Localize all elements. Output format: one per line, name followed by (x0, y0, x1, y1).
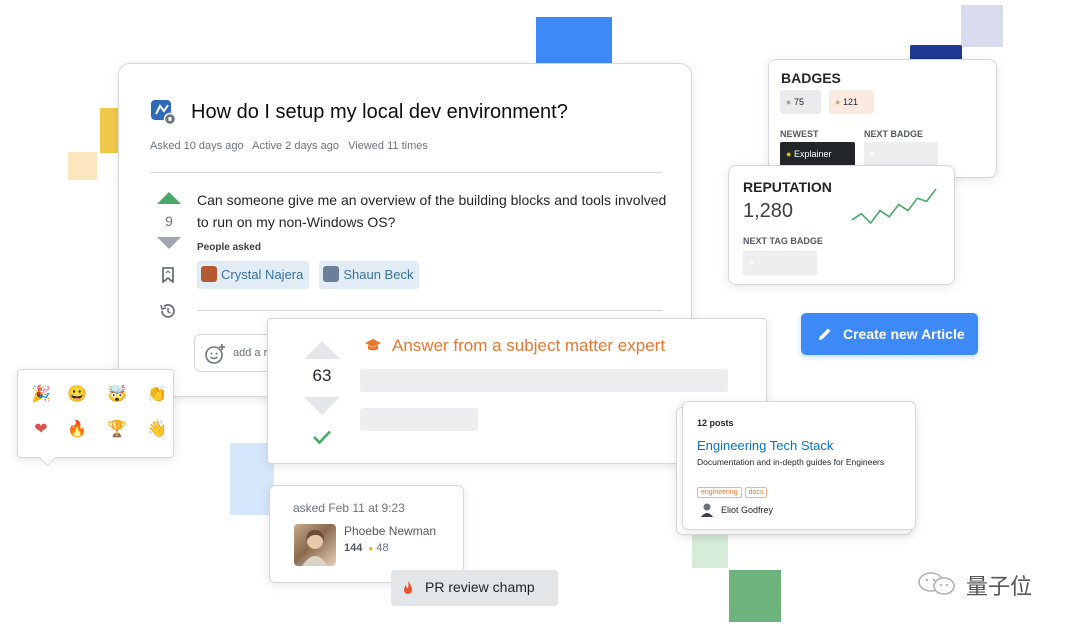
vote-count: 9 (165, 213, 173, 229)
deco-square-blue (536, 17, 612, 65)
asker-reputation: 144 (344, 542, 363, 554)
deco-square-gold (100, 108, 120, 153)
silver-dot-icon: ● (786, 97, 792, 107)
bronze-badge-count: ● 121 (829, 90, 874, 114)
collection-tags: engineering docs (697, 481, 770, 499)
question-meta: Asked 10 days ago Active 2 days ago View… (150, 140, 428, 152)
create-article-button[interactable]: Create new Article (801, 313, 978, 355)
collection-card: 12 posts Engineering Tech Stack Document… (682, 401, 916, 530)
flame-icon (403, 581, 413, 600)
heart-icon[interactable]: ❤ (30, 419, 52, 441)
reputation-value: 1,280 (743, 200, 794, 222)
reputation-title: REPUTATION (743, 179, 832, 195)
asked-timestamp: asked Feb 11 at 9:23 (293, 501, 405, 515)
graduation-cap-icon (364, 337, 382, 358)
gold-dot-icon: ● (368, 544, 374, 553)
asker-name[interactable]: Phoebe Newman (344, 524, 436, 538)
add-emoji-icon (204, 343, 226, 370)
collection-description: Documentation and in-depth guides for En… (697, 457, 885, 467)
answer-text-placeholder (360, 369, 728, 392)
answer-vote-count: 63 (312, 366, 332, 385)
people-asked-label: People asked (197, 242, 261, 253)
add-reaction-button[interactable]: add a r (194, 334, 274, 372)
reputation-card: REPUTATION 1,280 NEXT TAG BADGE ● (728, 165, 955, 285)
tag-docs[interactable]: docs (744, 487, 768, 498)
next-badge-placeholder: ● (864, 142, 938, 166)
meta-asked: Asked 10 days ago (150, 140, 244, 152)
trophy-icon[interactable]: 🏆 (106, 419, 128, 441)
watermark-text: 量子位 (966, 574, 1033, 599)
tag-engineering[interactable]: engineering (697, 487, 742, 498)
pr-review-label: PR review champ (425, 579, 535, 595)
people-asked-list: Crystal Najera Shaun Beck (197, 261, 429, 289)
create-article-label: Create new Article (843, 326, 965, 342)
clapping-hands-icon[interactable]: 👏 (146, 384, 168, 406)
deco-square-cream (68, 152, 97, 180)
question-title[interactable]: How do I setup my local dev environment? (191, 101, 568, 124)
collection-posts-count: 12 posts (697, 418, 734, 428)
newest-badge[interactable]: ● Explainer (780, 142, 855, 166)
person-tag[interactable]: Crystal Najera (197, 261, 310, 289)
silver-badge-count: ● 75 (780, 90, 821, 114)
person-name: Crystal Najera (221, 267, 304, 282)
question-body: Can someone give me an overview of the b… (197, 192, 667, 230)
answer-expert-label: Answer from a subject matter expert (392, 336, 666, 355)
upvote-button[interactable] (157, 192, 181, 204)
bookmark-icon[interactable] (162, 267, 174, 288)
deco-square-lightgreen (692, 530, 728, 568)
gold-dot-icon: ● (786, 149, 792, 159)
asker-card: asked Feb 11 at 9:23 Phoebe Newman 144 ●… (269, 485, 464, 583)
accepted-check-icon (312, 429, 332, 450)
asker-avatar[interactable] (294, 524, 336, 566)
mind-blown-icon[interactable]: 🤯 (106, 384, 128, 406)
avatar (323, 266, 340, 282)
grinning-face-icon[interactable]: 😀 (66, 384, 88, 406)
add-comment-placeholder: add a r (233, 347, 268, 359)
popover-pointer (39, 450, 56, 467)
deco-square-green (729, 570, 781, 622)
next-badge-label: NEXT BADGE (864, 129, 924, 139)
wechat-icon (916, 571, 960, 602)
deco-square-lavender (961, 5, 1003, 47)
waving-hand-icon[interactable]: 👋 (146, 419, 168, 441)
reputation-sparkline (851, 188, 937, 225)
person-tag[interactable]: Shaun Beck (319, 261, 420, 289)
answer-downvote-button[interactable] (304, 397, 340, 415)
fire-icon[interactable]: 🔥 (66, 419, 88, 441)
meta-active: Active 2 days ago (252, 140, 339, 152)
newest-label: NEWEST (780, 129, 819, 139)
placeholder-dot-icon: ● (749, 258, 754, 267)
party-popper-icon[interactable]: 🎉 (30, 384, 52, 406)
next-tag-badge-placeholder: ● (743, 251, 817, 275)
person-name: Shaun Beck (343, 267, 414, 282)
product-logo-icon (150, 99, 177, 126)
downvote-button[interactable] (157, 237, 181, 249)
badges-title: BADGES (781, 70, 841, 86)
author-avatar (701, 503, 713, 522)
meta-viewed: Viewed 11 times (348, 140, 428, 152)
pencil-icon (818, 327, 832, 346)
answer-text-placeholder (360, 408, 478, 431)
next-tag-badge-label: NEXT TAG BADGE (743, 236, 823, 246)
collection-author: Eliot Godfrey (721, 505, 774, 515)
pr-review-badge: PR review champ (391, 570, 558, 606)
badges-card: BADGES ● 75 ● 121 NEWEST NEXT BADGE ● Ex… (768, 59, 997, 178)
answer-upvote-button[interactable] (304, 341, 340, 359)
asker-stats: 144 ● 48 (344, 542, 389, 554)
divider (150, 172, 662, 173)
divider (197, 310, 662, 311)
sparkline-line (851, 188, 937, 225)
collection-title[interactable]: Engineering Tech Stack (697, 438, 833, 453)
placeholder-dot-icon: ● (870, 149, 875, 158)
asker-badge-count: 48 (376, 542, 389, 554)
reactions-popover: 🎉 😀 🤯 👏 ❤ 🔥 🏆 👋 (17, 369, 174, 467)
history-icon[interactable] (158, 301, 178, 326)
bronze-dot-icon: ● (835, 97, 841, 107)
avatar (201, 266, 217, 282)
